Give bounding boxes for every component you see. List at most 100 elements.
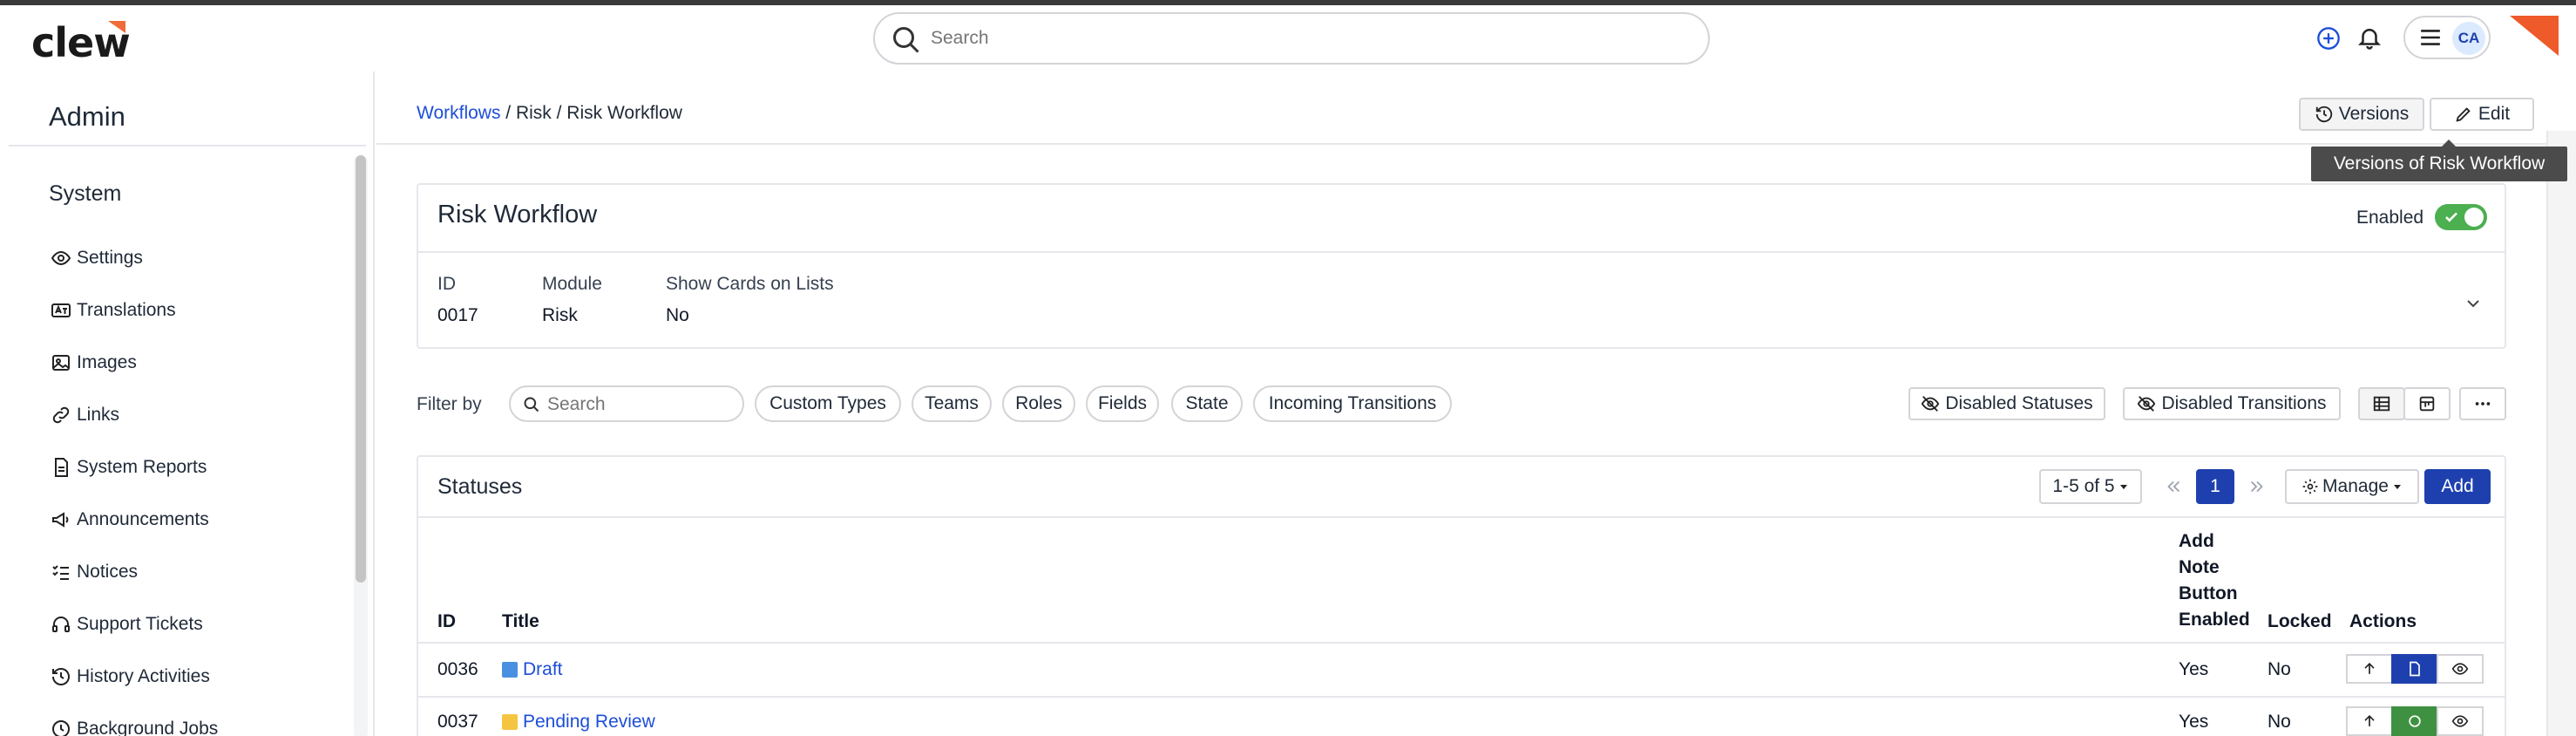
user-menu-button[interactable]: CA: [2403, 16, 2491, 59]
eye-off-icon: [1922, 396, 1940, 412]
sidebar-item-label: Settings: [77, 248, 143, 268]
sidebar-header: Admin: [9, 96, 366, 147]
eye-icon: [2451, 663, 2469, 675]
search-input[interactable]: [931, 23, 1680, 54]
sidebar-item-label: System Reports: [77, 457, 207, 477]
status-state-button[interactable]: [2391, 706, 2438, 736]
avatar: CA: [2452, 22, 2485, 55]
sidebar-item-support-tickets[interactable]: Support Tickets: [51, 609, 203, 640]
gear-icon: [2302, 479, 2318, 494]
meta-value-id: 0017: [437, 305, 478, 325]
disabled-transitions-label: Disabled Transitions: [2161, 393, 2327, 413]
sidebar-item-settings[interactable]: Settings: [51, 242, 143, 274]
sidebar-item-label: Notices: [77, 562, 139, 582]
clock-icon: [52, 720, 70, 736]
filter-chip-incoming-transitions[interactable]: Incoming Transitions: [1253, 385, 1452, 422]
filter-chip-teams[interactable]: Teams: [912, 385, 992, 422]
status-title-link[interactable]: Draft: [523, 659, 563, 680]
sidebar-item-images[interactable]: Images: [51, 347, 137, 378]
sidebar-item-background-jobs[interactable]: Background Jobs: [51, 713, 218, 736]
versions-tooltip: Versions of Risk Workflow: [2311, 140, 2567, 181]
meta-value-module: Risk: [542, 305, 578, 325]
move-up-button[interactable]: [2346, 706, 2393, 736]
disabled-transitions-button[interactable]: Disabled Transitions: [2123, 387, 2341, 420]
last-page-button[interactable]: [2240, 469, 2274, 504]
bell-icon[interactable]: [2356, 24, 2383, 51]
cell-locked: No: [2268, 659, 2291, 679]
table-icon: [2373, 396, 2390, 412]
status-title-link[interactable]: Pending Review: [523, 712, 655, 733]
filter-search[interactable]: [509, 385, 744, 422]
column-header-actions: Actions: [2349, 611, 2417, 631]
sidebar-item-translations[interactable]: Translations: [51, 295, 176, 326]
column-header-locked[interactable]: Locked: [2268, 609, 2332, 635]
circle-icon: [2409, 715, 2421, 727]
cell-id: 0036: [437, 659, 478, 679]
cell-title[interactable]: Pending Review: [502, 712, 655, 733]
sidebar-item-label: Links: [77, 405, 120, 425]
breadcrumb-link-workflows[interactable]: Workflows: [417, 103, 500, 123]
megaphone-icon: [52, 512, 69, 528]
history-icon: [2315, 106, 2332, 123]
disabled-statuses-button[interactable]: Disabled Statuses: [1908, 387, 2105, 420]
page-range-dropdown[interactable]: 1-5 of 5: [2039, 469, 2142, 504]
ellipsis-icon: [2475, 402, 2491, 405]
filter-chip-roles[interactable]: Roles: [1002, 385, 1075, 422]
translate-icon: [51, 303, 71, 317]
sidebar-item-history-activities[interactable]: History Activities: [51, 661, 210, 692]
list-check-icon: [52, 565, 69, 580]
visibility-button[interactable]: [2437, 654, 2484, 684]
add-circle-icon[interactable]: [2316, 26, 2341, 51]
visibility-button[interactable]: [2437, 706, 2484, 736]
eye-icon: [2451, 715, 2469, 727]
sidebar-scroll-thumb[interactable]: [356, 155, 366, 583]
caret-down-icon: [2393, 485, 2401, 489]
main-scrollbar[interactable]: [2546, 131, 2576, 736]
filter-search-input[interactable]: [547, 394, 730, 415]
table-header: ID Title Add Note Button Enabled Locked …: [418, 518, 2505, 644]
filter-chip-custom-types[interactable]: Custom Types: [755, 385, 901, 422]
meta-label-id: ID: [437, 274, 456, 294]
first-page-button[interactable]: [2156, 469, 2191, 504]
page-range-label: 1-5 of 5: [2052, 476, 2115, 496]
column-header-title[interactable]: Title: [502, 609, 539, 635]
meta-label-show-cards: Show Cards on Lists: [666, 274, 834, 294]
global-search[interactable]: [873, 12, 1710, 65]
kanban-icon: [2419, 396, 2435, 412]
breadcrumb-trail: / Risk / Risk Workflow: [500, 103, 682, 123]
sidebar-section-title: System: [49, 181, 122, 206]
column-header-id[interactable]: ID: [437, 609, 456, 635]
view-form-button[interactable]: [2391, 654, 2438, 684]
statuses-title: Statuses: [437, 474, 523, 499]
sidebar-item-system-reports[interactable]: System Reports: [51, 452, 207, 483]
manage-dropdown[interactable]: Manage: [2285, 469, 2419, 504]
add-status-button[interactable]: Add: [2424, 469, 2491, 504]
move-up-button[interactable]: [2346, 654, 2393, 684]
filter-chip-state[interactable]: State: [1171, 385, 1243, 422]
card-view-button[interactable]: [2403, 387, 2451, 420]
chevron-down-icon[interactable]: [2463, 293, 2484, 314]
page-button-current[interactable]: 1: [2196, 469, 2234, 504]
table-row: 0037 Pending Review Yes No: [418, 698, 2505, 736]
edit-button[interactable]: Edit: [2430, 98, 2534, 131]
chevrons-right-icon: [2250, 480, 2263, 493]
row-actions: [2346, 654, 2484, 684]
filter-chip-fields[interactable]: Fields: [1086, 385, 1159, 422]
sidebar-item-links[interactable]: Links: [51, 399, 119, 431]
sidebar-item-announcements[interactable]: Announcements: [51, 504, 209, 535]
sidebar-item-notices[interactable]: Notices: [51, 556, 138, 588]
chevrons-left-icon: [2167, 480, 2180, 493]
report-icon: [55, 458, 68, 477]
breadcrumb: Workflows / Risk / Risk Workflow: [417, 103, 682, 124]
sidebar-scrollbar[interactable]: [354, 155, 368, 736]
toggle-knob: [2464, 208, 2484, 227]
search-icon: [524, 397, 539, 412]
table-view-button[interactable]: [2358, 387, 2405, 420]
enabled-toggle[interactable]: [2435, 204, 2487, 230]
column-header-add-note-line2: Note: [2179, 557, 2220, 577]
cell-title[interactable]: Draft: [502, 659, 563, 680]
column-header-add-note-line3: Button: [2179, 583, 2238, 603]
versions-button[interactable]: Versions: [2299, 98, 2424, 131]
more-options-button[interactable]: [2459, 387, 2506, 420]
status-color-swatch: [502, 662, 518, 678]
